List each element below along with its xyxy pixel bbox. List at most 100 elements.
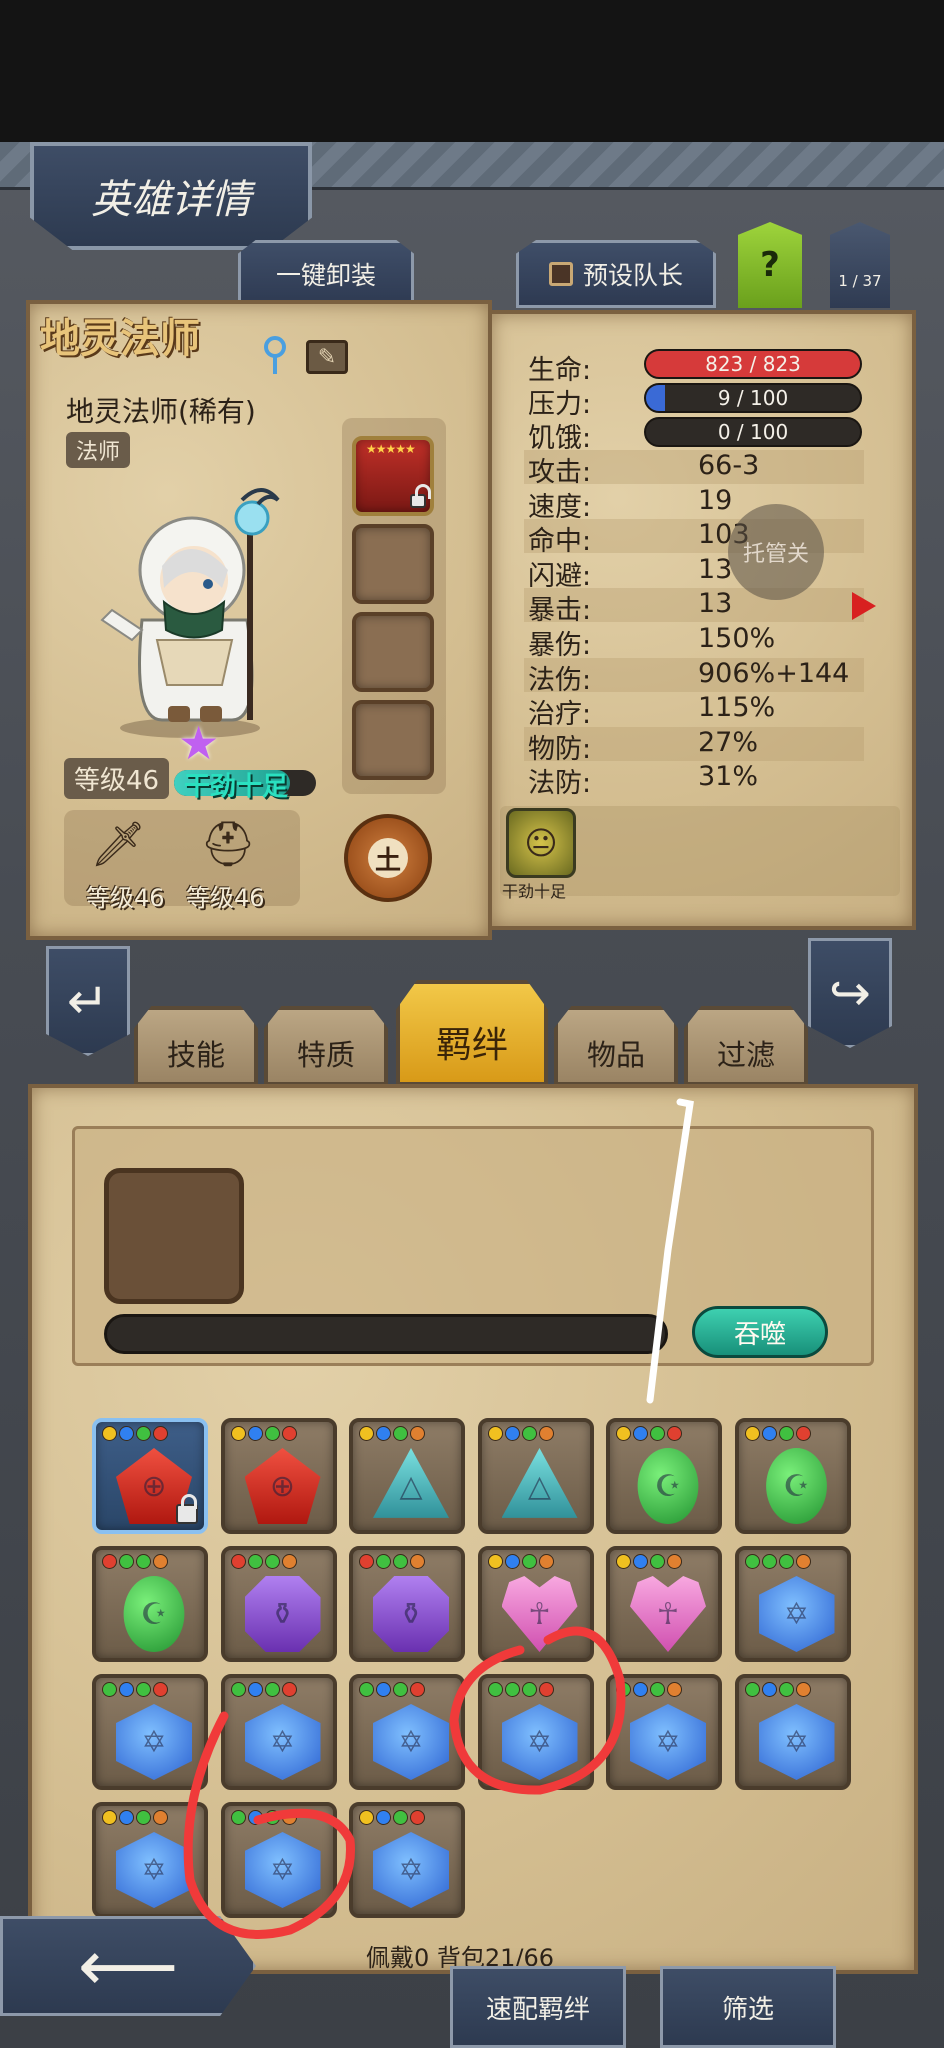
gem-slot[interactable]: ⚱ (220, 1546, 337, 1662)
socket-dots (230, 1426, 297, 1441)
socket-dots (487, 1426, 554, 1441)
socket-dot (778, 1554, 794, 1569)
socket-dot (230, 1426, 246, 1441)
stat-bar: 823 / 823 (644, 349, 862, 379)
element-earth-icon[interactable]: 土 (344, 814, 432, 902)
edit-name-icon[interactable]: ✎ (306, 340, 348, 374)
stat-label: 法伤: (528, 664, 592, 696)
tab-1[interactable]: 技能 (134, 1006, 258, 1086)
tab-label: 特质 (296, 1038, 355, 1072)
stat-row: 速度: 19 (524, 485, 864, 523)
question-icon: ? (760, 245, 780, 285)
gem-slot[interactable]: ☥ (477, 1546, 594, 1662)
triangle-gem-icon: △ (501, 1448, 578, 1518)
helmet-icon[interactable]: ⛑ (188, 814, 268, 874)
gem-slot[interactable]: △ (477, 1418, 594, 1534)
gem-slot[interactable]: ☪ (734, 1418, 851, 1534)
next-arrow-icon[interactable] (852, 592, 876, 620)
socket-dot (744, 1426, 760, 1441)
rarity-stars: ★★★★★ (366, 442, 416, 456)
auto-manage-button[interactable]: 托管关 (728, 504, 824, 600)
oval-gem-icon: ☪ (766, 1448, 827, 1524)
filter-button[interactable]: 筛选 (660, 1966, 836, 2048)
hexagon-gem-icon: ✡ (244, 1704, 321, 1780)
gem-slot[interactable]: ✡ (477, 1674, 594, 1790)
skill-icon[interactable]: 😐 (506, 808, 576, 878)
hexagon-gem-icon: ✡ (501, 1704, 578, 1780)
socket-dot (761, 1554, 777, 1569)
page-indicator[interactable]: 1 / 37 (830, 222, 890, 308)
preset-leader-toggle[interactable]: 预设队长 (516, 240, 716, 308)
stat-row: 暴击: 13 (524, 588, 864, 626)
tab-3[interactable]: 羁绊 (396, 980, 548, 1086)
lock-icon (410, 484, 431, 508)
gem-slot[interactable]: ✡ (220, 1802, 337, 1918)
socket-dot (264, 1426, 280, 1441)
stat-label: 法防: (528, 768, 592, 800)
socket-dot (247, 1554, 263, 1569)
gem-slot[interactable]: ⊕ (220, 1418, 337, 1534)
stat-bar: 0 / 100 (644, 417, 862, 447)
socket-dot (281, 1554, 297, 1569)
gem-slot[interactable]: ✡ (92, 1674, 208, 1790)
quick-bond-button[interactable]: 速配羁绊 (450, 1966, 626, 2048)
hexagon-gem-icon: ✡ (244, 1832, 321, 1908)
gear-row: 🗡 ⛑ 等级46 等级46 (64, 810, 300, 912)
gem-slot[interactable]: ✡ (349, 1802, 465, 1918)
octagon-gem-icon: ⚱ (373, 1576, 449, 1652)
gem-slot[interactable]: ✡ (734, 1674, 851, 1790)
gem-slot[interactable]: ✡ (349, 1674, 465, 1790)
socket-dot (153, 1810, 168, 1825)
stat-value: 13 (698, 553, 733, 585)
socket-dot (153, 1554, 168, 1569)
gem-slot[interactable]: △ (349, 1418, 465, 1534)
socket-dots (102, 1554, 168, 1569)
socket-dot (778, 1682, 794, 1697)
socket-dot (521, 1682, 537, 1697)
gem-slot[interactable]: ✡ (220, 1674, 337, 1790)
tab-2[interactable]: 特质 (264, 1006, 388, 1086)
rune-slot-2[interactable] (352, 524, 434, 604)
socket-dot (761, 1682, 777, 1697)
selected-gem-slot[interactable] (104, 1168, 244, 1304)
stat-row: 治疗: 115% (524, 692, 864, 730)
socket-dot (230, 1682, 246, 1697)
help-button[interactable]: ? (738, 222, 802, 308)
back-button[interactable]: ⟵ (0, 1916, 256, 2016)
socket-dot (230, 1554, 246, 1569)
devour-button[interactable]: 吞噬 (692, 1306, 828, 1358)
socket-dot (538, 1554, 554, 1569)
prev-hero-button[interactable]: ↵ (46, 946, 130, 1056)
gem-slot[interactable]: ⊕ (92, 1418, 208, 1534)
stat-value: 31% (698, 761, 759, 793)
gem-slot[interactable]: ☪ (606, 1418, 722, 1534)
rune-slot-1[interactable]: ★★★★★ (352, 436, 434, 516)
gem-slot[interactable]: ⚱ (349, 1546, 465, 1662)
rune-slot-4[interactable] (352, 700, 434, 780)
octagon-gem-icon: ⚱ (244, 1576, 321, 1652)
gem-slot[interactable]: ✡ (92, 1802, 208, 1918)
rune-slot-3[interactable] (352, 612, 434, 692)
gem-slot[interactable]: ✡ (606, 1674, 722, 1790)
class-badge: 法师 (66, 432, 131, 468)
preset-leader-label: 预设队长 (582, 261, 683, 290)
hexagon-gem-icon: ✡ (116, 1832, 192, 1908)
socket-dot (281, 1682, 297, 1697)
unequip-all-label: 一键卸装 (275, 261, 376, 290)
stat-row: 法伤: 906%+144 (524, 657, 864, 696)
gem-slot[interactable]: ✡ (734, 1546, 851, 1662)
unequip-all-button[interactable]: 一键卸装 (238, 240, 414, 308)
hero-portrait[interactable] (72, 470, 322, 740)
tab-4[interactable]: 物品 (554, 1006, 678, 1086)
socket-dot (650, 1426, 665, 1441)
hexagon-gem-icon: ✡ (116, 1704, 192, 1780)
checkbox-icon[interactable] (548, 262, 573, 286)
sword-icon[interactable]: 🗡 (78, 814, 158, 874)
trait-label: 干劲十足 (184, 772, 289, 802)
gem-slot[interactable]: ☪ (92, 1546, 208, 1662)
tab-5[interactable]: 过滤 (684, 1006, 808, 1086)
next-hero-button[interactable]: ↪ (808, 938, 892, 1048)
socket-dot (761, 1426, 777, 1441)
gem-slot[interactable]: ☥ (606, 1546, 722, 1662)
socket-dot (136, 1426, 151, 1441)
